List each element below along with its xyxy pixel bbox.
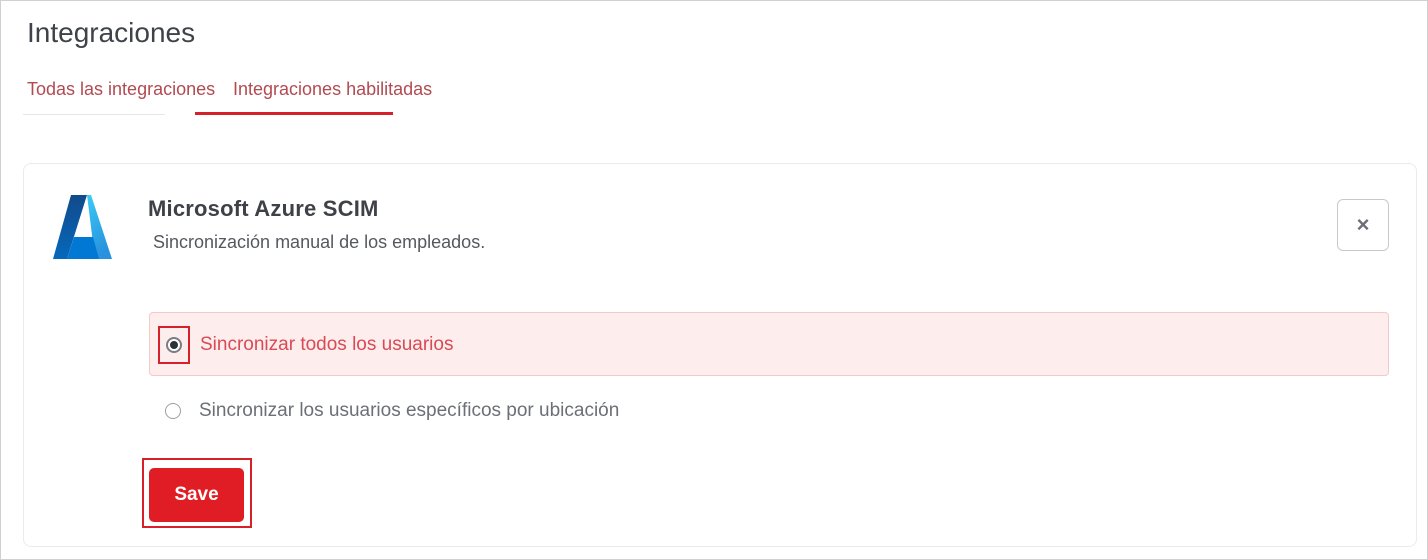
tab-all-integrations[interactable]: Todas las integraciones [27,79,215,100]
sync-option-label: Sincronizar los usuarios específicos por… [199,400,620,421]
integration-name: Microsoft Azure SCIM [148,196,379,221]
radio-selected-icon[interactable] [166,337,182,353]
active-tab-indicator [195,112,393,115]
close-icon: × [1356,212,1370,237]
page-title: Integraciones [27,17,196,48]
sync-option-label: Sincronizar todos los usuarios [200,334,454,355]
sync-option-by-location[interactable]: Sincronizar los usuarios específicos por… [149,392,1389,432]
integrations-page: Integraciones Todas las integraciones In… [0,0,1428,560]
close-button[interactable]: × [1337,199,1389,251]
tab-divider [23,114,165,115]
tab-enabled-integrations[interactable]: Integraciones habilitadas [233,79,432,100]
sync-option-all-users[interactable]: Sincronizar todos los usuarios [149,312,1389,376]
azure-logo-icon [53,195,112,259]
radio-unselected-icon[interactable] [165,403,181,419]
integration-description: Sincronización manual de los empleados. [153,232,486,252]
integration-card: Microsoft Azure SCIM Sincronización manu… [23,163,1417,547]
save-button[interactable]: Save [149,468,244,522]
